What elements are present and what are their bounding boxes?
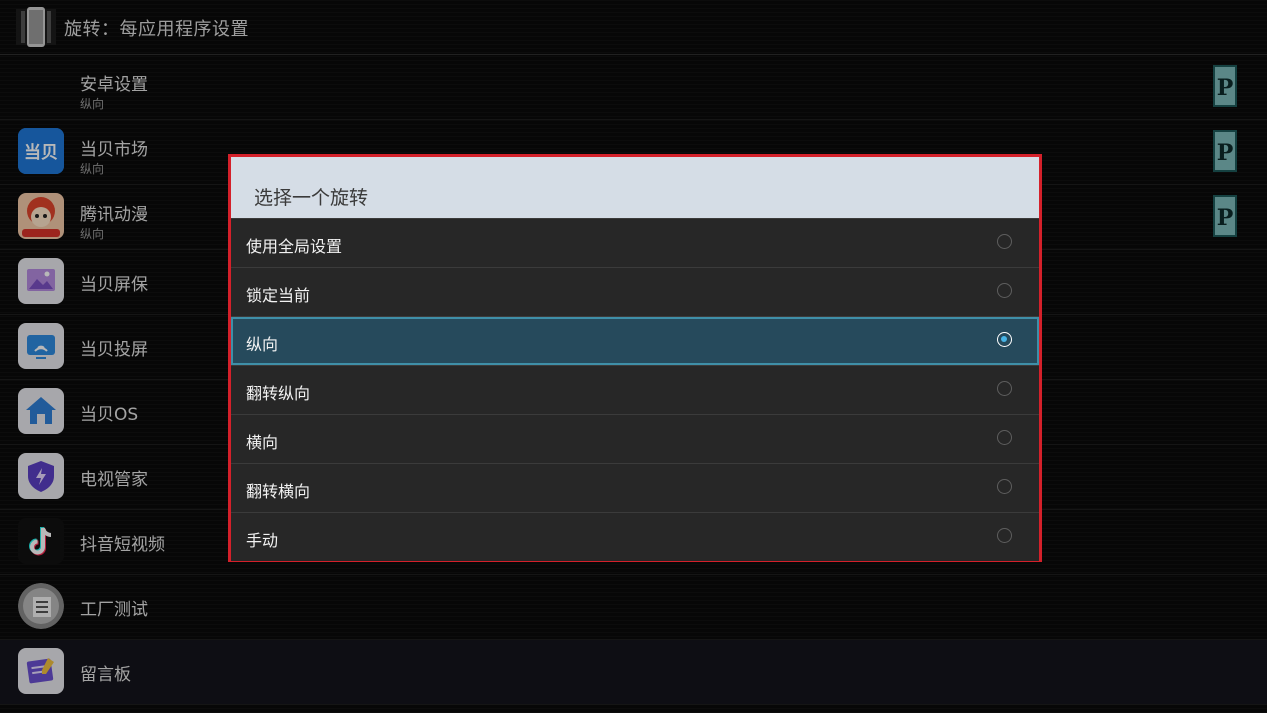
rotation-option-lock-current[interactable]: 锁定当前 xyxy=(231,267,1039,316)
dialog-header: 选择一个旋转 xyxy=(231,157,1039,218)
dialog-title: 选择一个旋转 xyxy=(254,187,369,209)
rotation-option-reverse-portrait[interactable]: 翻转纵向 xyxy=(231,365,1039,414)
rotation-option-global[interactable]: 使用全局设置 xyxy=(231,218,1039,267)
option-label: 横向 xyxy=(246,433,279,452)
option-label: 翻转纵向 xyxy=(246,384,311,403)
option-label: 翻转横向 xyxy=(246,482,311,501)
option-label: 手动 xyxy=(246,531,279,550)
radio-button[interactable] xyxy=(997,381,1012,396)
rotation-option-landscape[interactable]: 横向 xyxy=(231,414,1039,463)
rotation-option-portrait[interactable]: 纵向 xyxy=(231,316,1039,365)
rotation-option-reverse-landscape[interactable]: 翻转横向 xyxy=(231,463,1039,512)
option-label: 使用全局设置 xyxy=(246,237,343,256)
radio-button-selected[interactable] xyxy=(997,332,1012,347)
radio-button[interactable] xyxy=(997,234,1012,249)
radio-button[interactable] xyxy=(997,528,1012,543)
option-label: 锁定当前 xyxy=(246,286,311,305)
rotation-dialog: 选择一个旋转 使用全局设置 锁定当前 纵向 翻转纵向 横向 翻转横向 手动 xyxy=(228,154,1042,562)
radio-button[interactable] xyxy=(997,479,1012,494)
rotation-option-manual[interactable]: 手动 xyxy=(231,512,1039,561)
option-label: 纵向 xyxy=(246,335,279,354)
radio-button[interactable] xyxy=(997,430,1012,445)
radio-button[interactable] xyxy=(997,283,1012,298)
